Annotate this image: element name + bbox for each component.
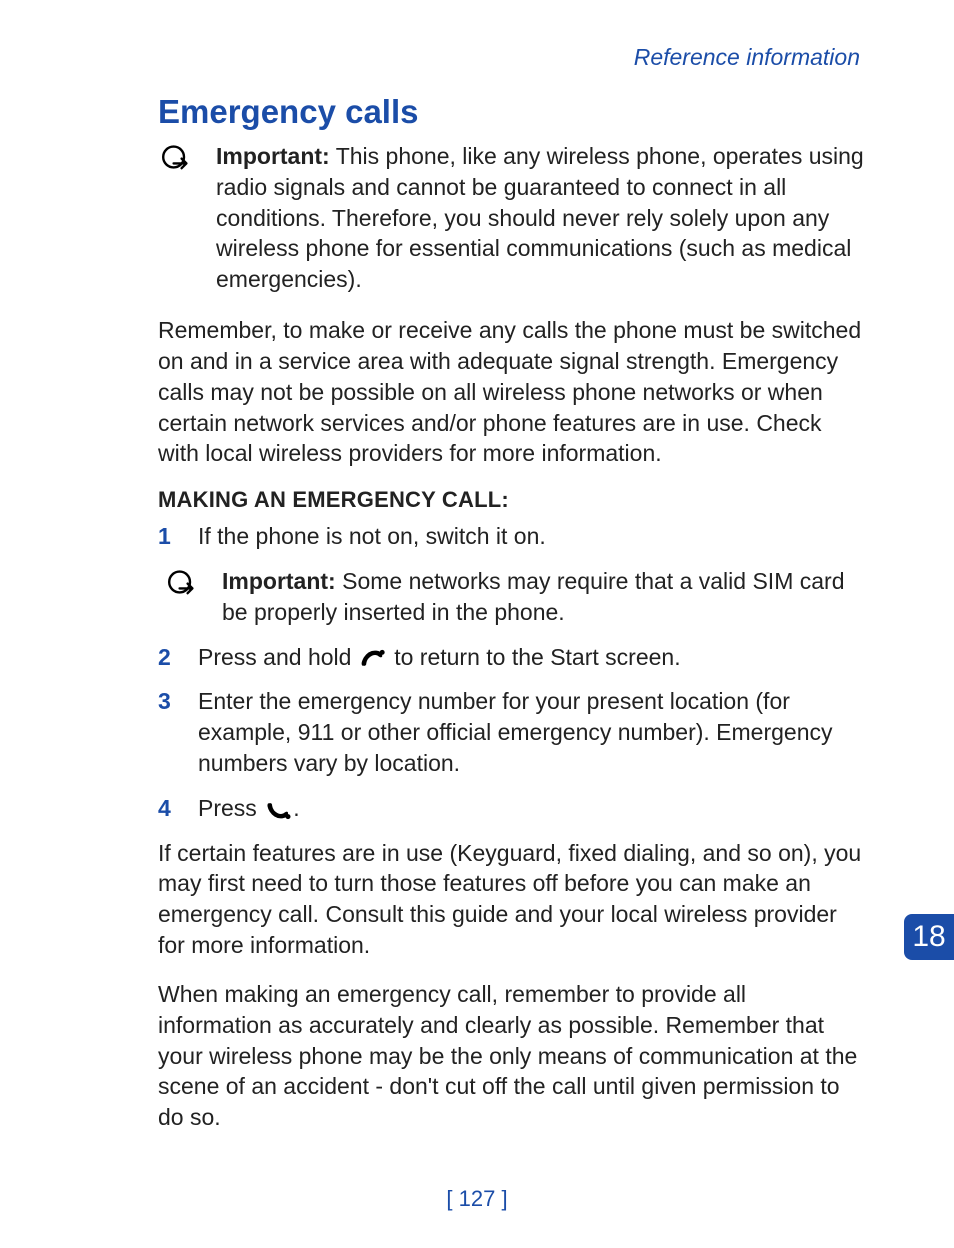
steps-list-cont: 2 Press and hold to return to the Start … bbox=[158, 642, 864, 824]
step-number: 4 bbox=[158, 793, 172, 824]
paragraph-2: If certain features are in use (Keyguard… bbox=[158, 838, 864, 961]
call-key-icon bbox=[263, 798, 293, 822]
step-text: Enter the emergency number for your pres… bbox=[198, 686, 864, 778]
important-text: Important: Some networks may require tha… bbox=[222, 566, 864, 628]
important-text: Important: This phone, like any wireless… bbox=[216, 141, 864, 295]
step-3: 3 Enter the emergency number for your pr… bbox=[158, 686, 864, 778]
subheading: MAKING AN EMERGENCY CALL: bbox=[158, 487, 864, 513]
step-4: 4 Press . bbox=[158, 793, 864, 824]
step-number: 2 bbox=[158, 642, 172, 673]
step-number: 1 bbox=[158, 521, 172, 552]
end-key-icon bbox=[358, 647, 388, 671]
note-arrow-icon bbox=[164, 566, 200, 628]
page-heading: Emergency calls bbox=[158, 93, 864, 131]
step-2: 2 Press and hold to return to the Start … bbox=[158, 642, 864, 673]
important-note-2: Important: Some networks may require tha… bbox=[158, 566, 864, 628]
page-number: [ 127 ] bbox=[0, 1186, 954, 1212]
important-label: Important: bbox=[222, 568, 336, 594]
section-label: Reference information bbox=[158, 44, 864, 71]
chapter-tab: 18 bbox=[904, 914, 954, 960]
step-text: Press and hold to return to the Start sc… bbox=[198, 642, 864, 673]
step-1: 1 If the phone is not on, switch it on. bbox=[158, 521, 864, 552]
step-text: If the phone is not on, switch it on. bbox=[198, 521, 864, 552]
paragraph-1: Remember, to make or receive any calls t… bbox=[158, 315, 864, 469]
important-label: Important: bbox=[216, 143, 330, 169]
note-arrow-icon bbox=[158, 141, 194, 295]
paragraph-3: When making an emergency call, remember … bbox=[158, 979, 864, 1133]
important-note-1: Important: This phone, like any wireless… bbox=[158, 141, 864, 295]
step-number: 3 bbox=[158, 686, 172, 778]
steps-list: 1 If the phone is not on, switch it on. bbox=[158, 521, 864, 552]
step-text: Press . bbox=[198, 793, 864, 824]
page: Reference information Emergency calls Im… bbox=[0, 0, 954, 1248]
